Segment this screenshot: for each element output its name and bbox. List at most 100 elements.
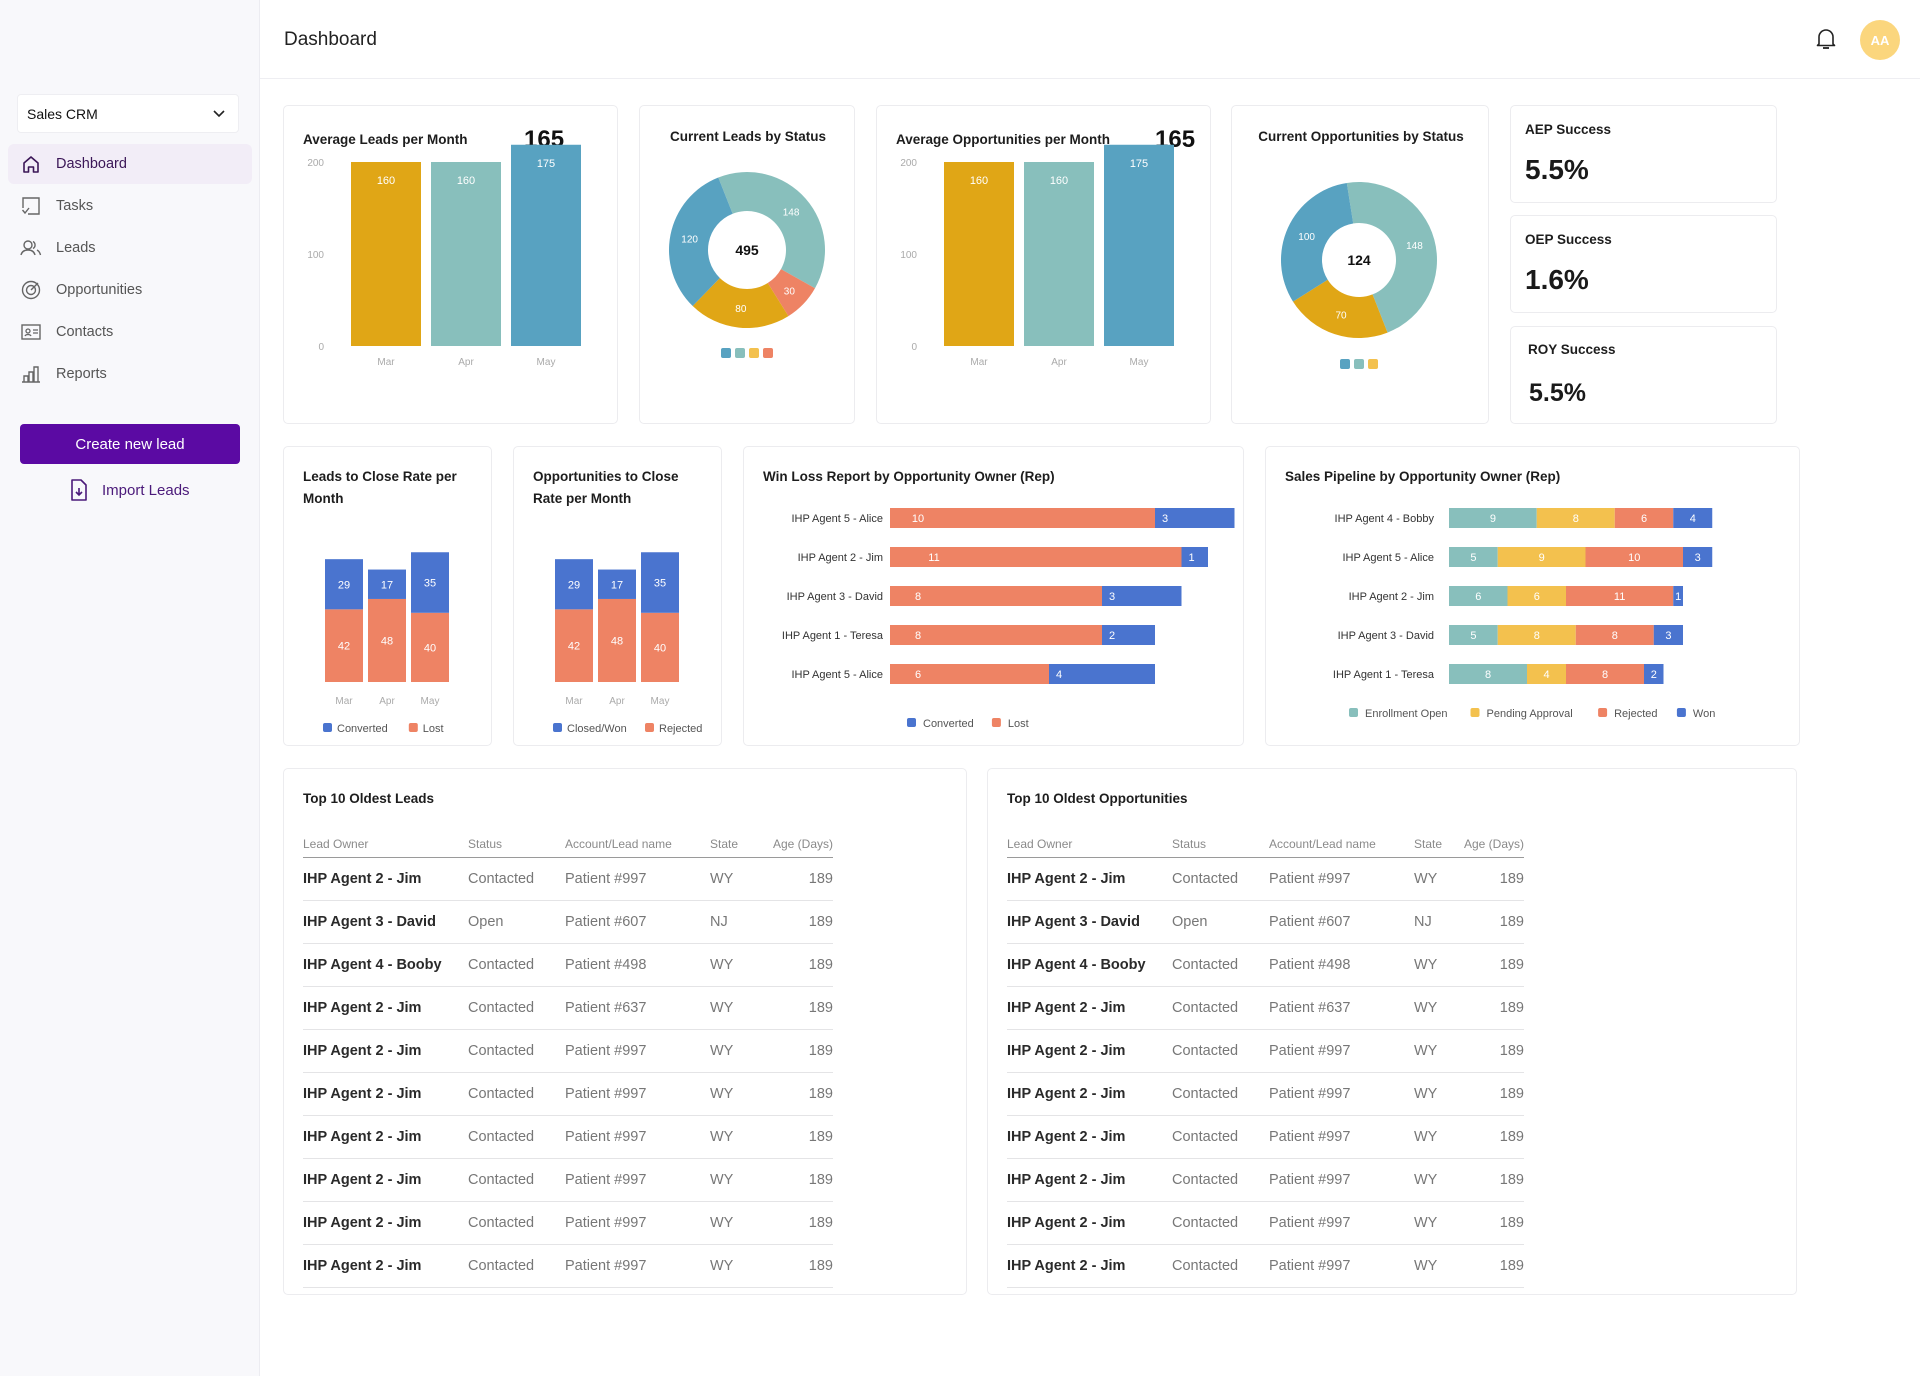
segment-value-label: 8 xyxy=(1485,669,1491,681)
table-row[interactable]: IHP Agent 2 - Jim Contacted Patient #997 WY… xyxy=(1007,1201,1524,1245)
oldest-leads-card: Top 10 Oldest Leads Lead Owner Status Acco… xyxy=(283,768,967,1295)
account-name-cell: Patient #997 xyxy=(1269,1158,1414,1202)
oldest-leads-title: Top 10 Oldest Leads xyxy=(303,791,435,806)
table-row[interactable]: IHP Agent 2 - Jim Contacted Patient #997 WY… xyxy=(303,857,833,901)
status-cell: Contacted xyxy=(1172,1158,1269,1202)
status-cell: Contacted xyxy=(1172,986,1269,1030)
table-row[interactable]: IHP Agent 2 - Jim Contacted Patient #997 WY… xyxy=(1007,1115,1524,1159)
segment-value-label: 10 xyxy=(1628,552,1640,564)
kpi-card-roy: ROY Success 5.5% xyxy=(1510,326,1777,424)
table-row[interactable]: IHP Agent 2 - Jim Contacted Patient #997 WY… xyxy=(1007,1072,1524,1116)
legend-label: Lost xyxy=(1008,718,1029,730)
sidebar-item-dashboard[interactable]: Dashboard xyxy=(8,144,252,184)
sidebar-item-tasks[interactable]: Tasks xyxy=(8,186,252,226)
table-row[interactable]: IHP Agent 2 - Jim Contacted Patient #997 WY… xyxy=(303,1072,833,1116)
column-header[interactable]: Account/Lead name xyxy=(565,831,710,858)
status-cell: Contacted xyxy=(468,857,565,901)
create-new-lead-button[interactable]: Create new lead xyxy=(20,424,240,464)
table-row[interactable]: IHP Agent 2 - Jim Contacted Patient #997 WY… xyxy=(303,1244,833,1288)
table-row[interactable]: IHP Agent 2 - Jim Contacted Patient #997 WY… xyxy=(1007,1029,1524,1073)
import-leads-link[interactable]: Import Leads xyxy=(70,479,190,501)
user-avatar[interactable]: AA xyxy=(1860,20,1900,60)
x-tick-label: May xyxy=(421,696,440,707)
sidebar-item-reports[interactable]: Reports xyxy=(8,354,252,394)
column-header[interactable]: Status xyxy=(468,831,565,858)
account-name-cell: Patient #997 xyxy=(565,1158,710,1202)
sidebar-item-contacts[interactable]: Contacts xyxy=(8,312,252,352)
lead-owner-cell: IHP Agent 2 - Jim xyxy=(303,986,468,1030)
bar-value-label: 160 xyxy=(1050,175,1068,187)
table-row[interactable]: IHP Agent 3 - David Open Patient #607 NJ 189 xyxy=(1007,900,1524,944)
table-header-row: Lead Owner Status Account/Lead name State Ag… xyxy=(1007,831,1524,858)
segment-value-label: 5 xyxy=(1470,552,1476,564)
opps-status-donut: 148 70 100 124 xyxy=(1281,182,1437,369)
column-header[interactable]: State xyxy=(1414,831,1459,858)
column-header[interactable]: Account/Lead name xyxy=(1269,831,1414,858)
column-header[interactable]: Lead Owner xyxy=(303,831,468,858)
table-row[interactable]: IHP Agent 2 - Jim Contacted Patient #997 WY… xyxy=(1007,1244,1524,1288)
account-name-cell: Patient #997 xyxy=(565,1244,710,1288)
sidebar-item-label: Leads xyxy=(56,240,96,256)
slice-value-label: 70 xyxy=(1336,311,1348,322)
table-row[interactable]: IHP Agent 2 - Jim Contacted Patient #637 WY… xyxy=(303,986,833,1030)
legend-swatch xyxy=(323,723,332,732)
column-header[interactable]: Lead Owner xyxy=(1007,831,1172,858)
account-name-cell: Patient #637 xyxy=(1269,986,1414,1030)
column-header[interactable]: Age (Days) xyxy=(755,831,833,858)
oldest-opps-title: Top 10 Oldest Opportunities xyxy=(1007,791,1188,806)
bar-chart-icon xyxy=(20,363,42,385)
category-label: IHP Agent 3 - David xyxy=(787,591,883,603)
state-cell: NJ xyxy=(1414,900,1459,944)
import-leads-label: Import Leads xyxy=(102,481,190,499)
account-name-cell: Patient #997 xyxy=(1269,1115,1414,1159)
lead-owner-cell: IHP Agent 4 - Booby xyxy=(303,943,468,987)
age-cell: 189 xyxy=(755,1029,833,1073)
state-cell: WY xyxy=(1414,1072,1459,1116)
table-row[interactable]: IHP Agent 4 - Booby Contacted Patient #498… xyxy=(303,943,833,987)
segment-value-label: 42 xyxy=(568,641,580,653)
sidebar-nav: Dashboard Tasks Leads Opportunities Cont… xyxy=(8,144,252,396)
sidebar-item-label: Dashboard xyxy=(56,156,127,172)
legend-swatch xyxy=(408,723,418,732)
table-row[interactable]: IHP Agent 3 - David Open Patient #607 NJ 189 xyxy=(303,900,833,944)
legend-label: Closed/Won xyxy=(567,723,627,735)
account-name-cell: Patient #498 xyxy=(565,943,710,987)
category-label: IHP Agent 2 - Jim xyxy=(1349,591,1434,603)
sidebar-item-leads[interactable]: Leads xyxy=(8,228,252,268)
slice-value-label: 100 xyxy=(1298,232,1315,243)
bar-segment xyxy=(890,508,1155,528)
page-title: Dashboard xyxy=(284,29,377,50)
age-cell: 189 xyxy=(755,986,833,1030)
bar xyxy=(351,162,421,346)
status-cell: Contacted xyxy=(468,986,565,1030)
workspace-select[interactable]: Sales CRM xyxy=(17,94,239,133)
slice-value-label: 148 xyxy=(1406,241,1423,252)
table-row[interactable]: IHP Agent 2 - Jim Contacted Patient #997 WY… xyxy=(303,1158,833,1202)
category-label: IHP Agent 1 - Teresa xyxy=(1333,669,1435,681)
kpi-card-oep: OEP Success 1.6% xyxy=(1510,215,1777,313)
column-header[interactable]: State xyxy=(710,831,755,858)
notification-bell-icon[interactable] xyxy=(1815,27,1837,56)
column-header[interactable]: Age (Days) xyxy=(1459,831,1524,858)
age-cell: 189 xyxy=(755,1158,833,1202)
age-cell: 189 xyxy=(755,1115,833,1159)
table-row[interactable]: IHP Agent 2 - Jim Contacted Patient #997 WY… xyxy=(303,1115,833,1159)
x-tick-label: Mar xyxy=(970,357,988,368)
column-header[interactable]: Status xyxy=(1172,831,1269,858)
state-cell: WY xyxy=(710,857,755,901)
sidebar-item-opportunities[interactable]: Opportunities xyxy=(8,270,252,310)
legend-swatch xyxy=(1368,359,1378,369)
state-cell: WY xyxy=(710,943,755,987)
table-row[interactable]: IHP Agent 2 - Jim Contacted Patient #997 WY… xyxy=(303,1201,833,1245)
table-row[interactable]: IHP Agent 2 - Jim Contacted Patient #997 WY… xyxy=(1007,1158,1524,1202)
table-row[interactable]: IHP Agent 2 - Jim Contacted Patient #997 WY… xyxy=(303,1029,833,1073)
table-row[interactable]: IHP Agent 2 - Jim Contacted Patient #637 WY… xyxy=(1007,986,1524,1030)
table-row[interactable]: IHP Agent 2 - Jim Contacted Patient #997 WY… xyxy=(1007,857,1524,901)
lead-owner-cell: IHP Agent 3 - David xyxy=(1007,900,1172,944)
category-label: IHP Agent 5 - Alice xyxy=(791,513,883,525)
avg-opps-card: Average Opportunities per Month 165 0 100… xyxy=(876,105,1211,424)
table-row[interactable]: IHP Agent 4 - Booby Contacted Patient #498… xyxy=(1007,943,1524,987)
segment-value-label: 2 xyxy=(1109,630,1115,642)
category-label: IHP Agent 1 - Teresa xyxy=(782,630,884,642)
segment-value-label: 4 xyxy=(1543,669,1549,681)
